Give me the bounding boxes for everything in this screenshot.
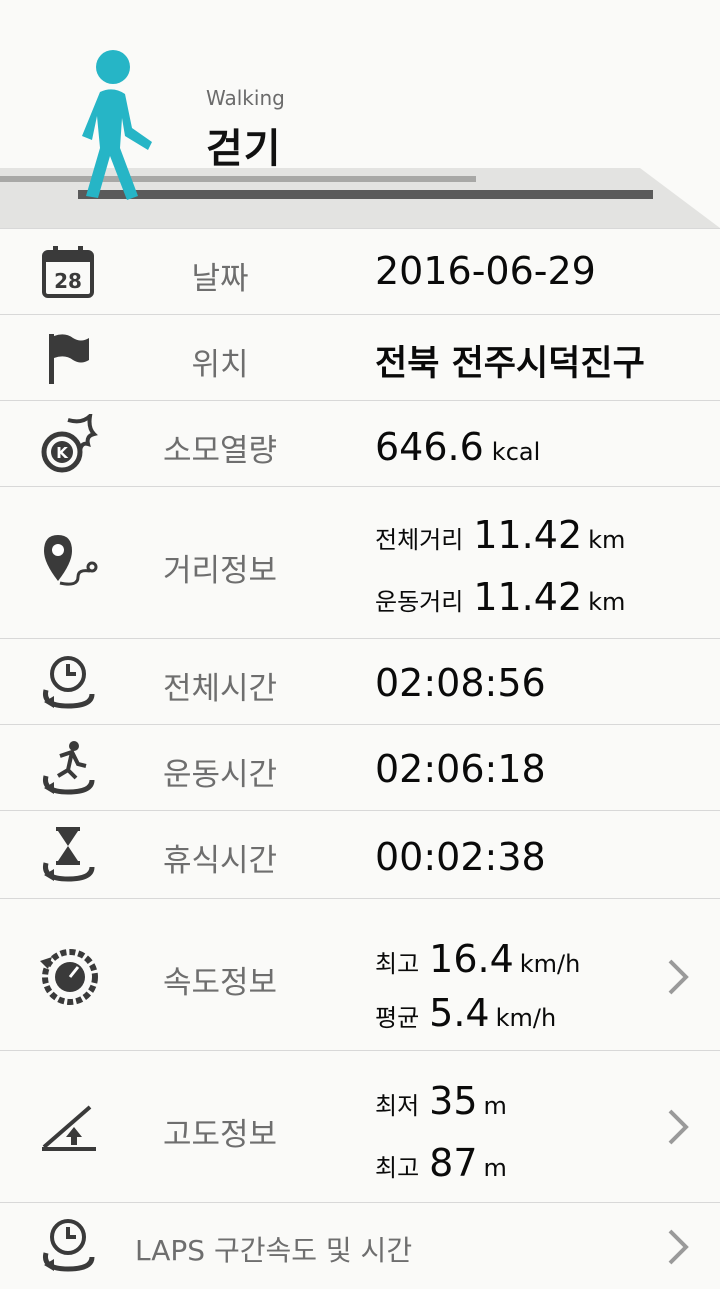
- speed-avg: 평균 5.4 km/h: [375, 991, 556, 1035]
- row-exercise-time: 운동시간 02:06:18: [0, 724, 720, 811]
- row-laps[interactable]: LAPS 구간속도 및 시간: [0, 1202, 720, 1289]
- svg-text:28: 28: [54, 269, 82, 293]
- location-value: 전북 전주시덕진구: [375, 344, 645, 384]
- altitude-min: 최저 35 m: [375, 1079, 507, 1123]
- total-distance-value: 11.42: [473, 513, 583, 557]
- total-distance: 전체거리 11.42 km: [375, 513, 625, 557]
- exercise-time-value: 02:06:18: [375, 747, 546, 791]
- chevron-right-icon[interactable]: [664, 957, 692, 997]
- walking-person-icon: [82, 50, 152, 200]
- speedometer-icon: [36, 943, 100, 1007]
- activity-header: Walking 걷기: [0, 0, 720, 228]
- calories-label: 소모열량: [162, 433, 278, 469]
- total-distance-label: 전체거리: [375, 526, 464, 554]
- row-location: 위치 전북 전주시덕진구: [0, 314, 720, 401]
- flag-icon: [36, 326, 100, 390]
- speed-max-label: 최고: [375, 950, 420, 978]
- row-total-time: 전체시간 02:08:56: [0, 638, 720, 725]
- exercise-distance: 운동거리 11.42 km: [375, 575, 625, 619]
- row-date: 28 날짜 2016-06-29: [0, 228, 720, 315]
- rest-time-label: 휴식시간: [162, 843, 278, 879]
- runner-rotate-icon: [36, 736, 100, 800]
- rest-time-value: 00:02:38: [375, 835, 546, 879]
- total-distance-unit: km: [588, 526, 626, 554]
- row-rest-time: 휴식시간 00:02:38: [0, 810, 720, 899]
- row-distance: 거리정보 전체거리 11.42 km 운동거리 11.42 km: [0, 486, 720, 639]
- map-pin-route-icon: [36, 531, 100, 595]
- row-calories: K 소모열량 646.6 kcal: [0, 400, 720, 487]
- calories-value: 646.6 kcal: [375, 425, 540, 469]
- exercise-time-label: 운동시간: [162, 757, 278, 793]
- distance-label: 거리정보: [162, 553, 278, 589]
- total-time-value: 02:08:56: [375, 661, 546, 705]
- altitude-label: 고도정보: [162, 1117, 278, 1153]
- altitude-max-value: 87: [429, 1141, 478, 1185]
- chevron-right-icon[interactable]: [664, 1107, 692, 1147]
- date-label: 날짜: [191, 261, 249, 297]
- speed-max-unit: km/h: [519, 950, 581, 978]
- exercise-distance-unit: km: [588, 588, 626, 616]
- calories-number: 646.6: [375, 425, 484, 469]
- activity-subtitle: Walking: [206, 86, 285, 110]
- calendar-icon: 28: [36, 240, 100, 304]
- speed-max-value: 16.4: [429, 937, 514, 981]
- speed-avg-value: 5.4: [429, 991, 490, 1035]
- calorie-flame-icon: K: [36, 412, 100, 476]
- altitude-min-unit: m: [483, 1092, 507, 1120]
- altitude-max-unit: m: [483, 1154, 507, 1182]
- speed-max: 최고 16.4 km/h: [375, 937, 580, 981]
- altitude-max-label: 최고: [375, 1154, 420, 1182]
- hourglass-rotate-icon: [36, 823, 100, 887]
- speed-label: 속도정보: [162, 965, 278, 1001]
- exercise-distance-label: 운동거리: [375, 588, 464, 616]
- chevron-right-icon[interactable]: [664, 1227, 692, 1267]
- date-value: 2016-06-29: [375, 249, 596, 293]
- speed-avg-unit: km/h: [495, 1004, 557, 1032]
- altitude-slope-icon: [36, 1095, 100, 1159]
- svg-text:K: K: [56, 444, 69, 462]
- location-label: 위치: [191, 347, 249, 383]
- total-time-label: 전체시간: [162, 671, 278, 707]
- clock-rotate-icon: [36, 1213, 100, 1277]
- activity-title: 걷기: [206, 126, 282, 172]
- speed-avg-label: 평균: [375, 1004, 420, 1032]
- altitude-max: 최고 87 m: [375, 1141, 507, 1185]
- exercise-distance-value: 11.42: [473, 575, 583, 619]
- altitude-min-label: 최저: [375, 1092, 420, 1120]
- laps-label: LAPS 구간속도 및 시간: [135, 1234, 413, 1267]
- clock-rotate-icon: [36, 650, 100, 714]
- row-altitude[interactable]: 고도정보 최저 35 m 최고 87 m: [0, 1050, 720, 1203]
- calories-unit: kcal: [491, 438, 541, 466]
- row-speed[interactable]: 속도정보 최고 16.4 km/h 평균 5.4 km/h: [0, 898, 720, 1051]
- altitude-min-value: 35: [429, 1079, 478, 1123]
